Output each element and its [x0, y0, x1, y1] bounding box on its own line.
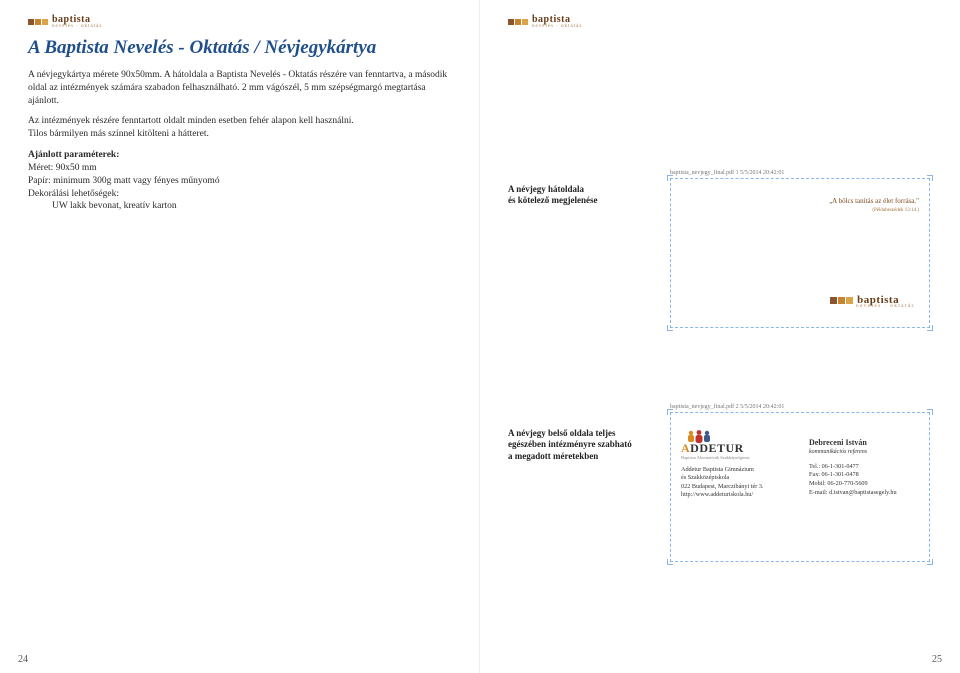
page-number-left: 24 [18, 654, 28, 665]
contact-name: Debreceni István [809, 437, 919, 448]
brand-squares-icon-r [508, 19, 528, 25]
card1-filetag: baptista_nevjegy_final.pdf 1 5/5/2014 20… [670, 170, 930, 176]
contact-tel: Tel.: 06-1-301-0477 [809, 463, 919, 472]
card1-caption: A névjegy hátoldala és kötelező megjelen… [508, 184, 597, 207]
brand-sub: nevelés · oktatás [52, 24, 102, 29]
page-title: A Baptista Nevelés - Oktatás / Névjegyká… [28, 37, 451, 59]
params-block: Ajánlott paraméterek: Méret: 90x50 mm Pa… [28, 149, 451, 213]
card1-logo: baptista nevelés · oktatás [830, 294, 915, 309]
addetur-info: Addetur Baptista Gimnázium és Szakközépi… [681, 466, 796, 499]
card2-caption: A névjegy belső oldala teljes egészében … [508, 428, 632, 462]
contact-email: E-mail: d.istvan@baptistasegely.hu [809, 489, 919, 498]
people-icon [685, 429, 715, 443]
contact-fax: Fax: 06-1-301-0478 [809, 471, 919, 480]
card1-quote: „A bölcs tanítás az élet forrása." (Péld… [829, 197, 919, 213]
page-right: baptista nevelés · oktatás A névjegy hát… [480, 0, 960, 673]
contact-mob: Mobil: 06-20-770-5609 [809, 480, 919, 489]
addetur-sub: Baptista Alternatívák Szakképzőgimn. [681, 455, 796, 460]
card1: „A bölcs tanítás az élet forrása." (Péld… [670, 178, 930, 328]
params-l3: Dekorálási lehetőségek: [28, 188, 451, 201]
card1-wrap: baptista_nevjegy_final.pdf 1 5/5/2014 20… [670, 170, 930, 328]
card2: ADDETUR Baptista Alternatívák Szakképzőg… [670, 412, 930, 562]
card2-left: ADDETUR Baptista Alternatívák Szakképzőg… [681, 427, 796, 499]
page-left: baptista nevelés · oktatás A Baptista Ne… [0, 0, 480, 673]
brand-sub-r: nevelés · oktatás [532, 24, 582, 29]
params-l1: Méret: 90x50 mm [28, 162, 451, 175]
logo-squares-icon [830, 297, 853, 304]
body-text: A névjegykártya mérete 90x50mm. A hátold… [28, 69, 451, 213]
brand-squares-icon [28, 19, 48, 25]
page-number-right: 25 [932, 654, 942, 665]
card2-filetag: baptista_nevjegy_final.pdf 2 5/5/2014 20… [670, 404, 930, 410]
addetur-logo: ADDETUR [681, 441, 796, 456]
brand-logo-r: baptista nevelés · oktatás [508, 14, 932, 29]
p3: Az intézmények részére fenntartott oldal… [28, 116, 354, 126]
card2-wrap: baptista_nevjegy_final.pdf 2 5/5/2014 20… [670, 404, 930, 562]
params-l4: UW lakk bevonat, kreatív karton [28, 200, 451, 213]
params-header: Ajánlott paraméterek: [28, 149, 451, 162]
params-l2: Papír: minimum 300g matt vagy fényes műn… [28, 175, 451, 188]
p4: Tilos bármilyen más színnel kitölteni a … [28, 129, 209, 139]
contact-role: kommunikációs referens [809, 448, 919, 456]
brand-logo: baptista nevelés · oktatás [28, 14, 451, 29]
card2-right: Debreceni István kommunikációs referens … [809, 437, 919, 497]
